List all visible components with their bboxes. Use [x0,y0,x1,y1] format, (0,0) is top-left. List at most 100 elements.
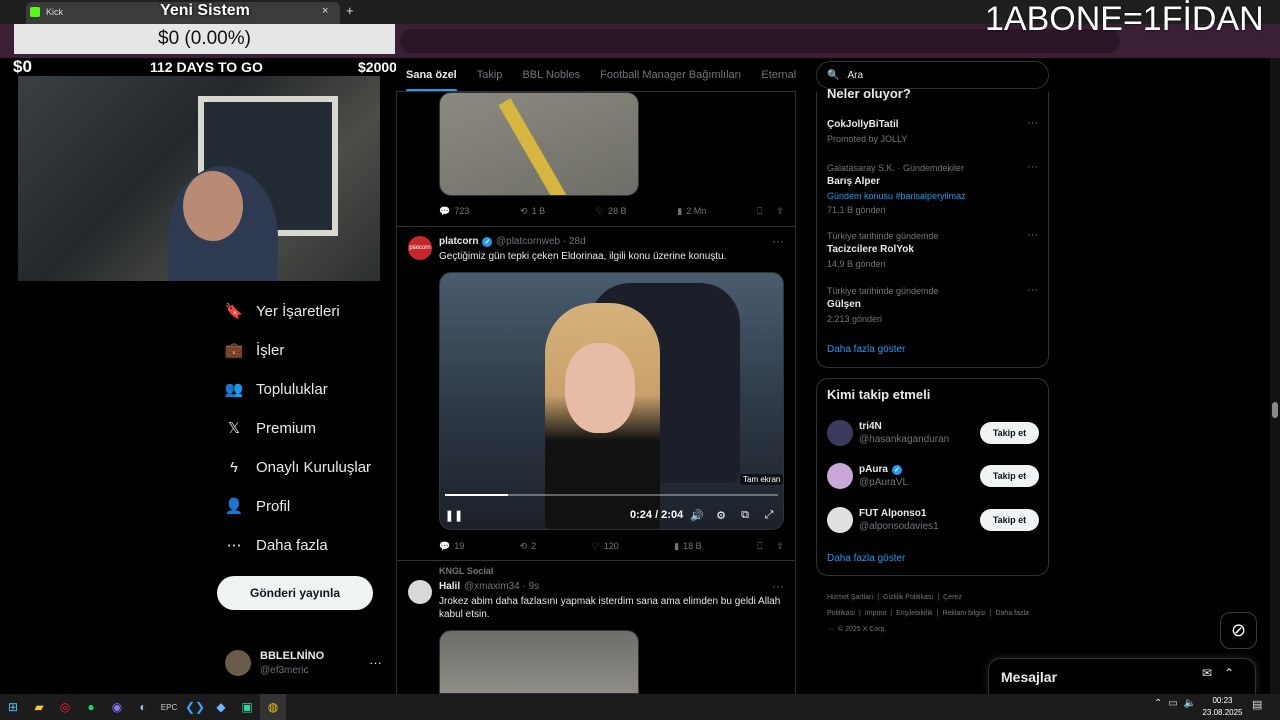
follow-button[interactable]: Takip et [980,465,1039,487]
nav-item-4[interactable]: ϟ Onaylı Kuruluşlar [226,452,371,482]
post-button[interactable]: Gönderi yayınla [217,576,373,610]
goal-min-label: $0 [13,57,32,76]
footer-link[interactable]: Reklam bilgisi [942,610,985,617]
nav-item-5[interactable]: 👤 Profil [225,491,291,521]
follow-button[interactable]: Takip et [980,509,1039,531]
nav-item-label: Yer İşaretleri [256,302,340,320]
volume-tray-icon[interactable]: 🔈 [1184,698,1196,709]
trend-name[interactable]: Barış Alper [827,176,880,187]
page-scrollbar[interactable] [1270,58,1280,694]
overlay-title: Yeni Sistem [160,2,250,19]
spotify-icon[interactable]: ● [78,694,104,720]
tab-4[interactable]: Eternal Fi [761,69,796,81]
tab-0[interactable]: Sana özel [406,69,457,91]
volume-icon[interactable]: 🔊 [690,508,704,522]
tab-2[interactable]: BBL Nobles [522,69,580,81]
post-avatar[interactable] [408,580,432,604]
trend-more-icon[interactable]: ··· [1027,229,1038,241]
reply-button[interactable]: 💬 19 [439,541,464,552]
follow-suggestion-avatar[interactable] [827,420,853,446]
post-more-icon[interactable]: ··· [772,579,784,593]
share-icon[interactable]: ⇧ [776,541,784,552]
trend-more-icon[interactable]: ··· [1027,117,1038,129]
windows-start-icon[interactable]: ⊞ [0,694,26,720]
follow-suggestion-avatar[interactable] [827,463,853,489]
account-more-icon[interactable]: ··· [369,655,382,670]
close-tab-icon[interactable]: × [322,5,328,17]
trend-more-icon[interactable]: ··· [1027,284,1038,296]
discord-icon[interactable]: ◉ [104,694,130,720]
steam-icon[interactable]: ◐ [130,694,156,720]
post-image[interactable] [439,630,639,694]
trend-name[interactable]: Tacizcilere RolYok [827,244,914,255]
tray-chevron-icon[interactable]: ⌃ [1154,698,1162,709]
post-video[interactable] [439,272,784,530]
reply-button[interactable]: 💬 723 [439,206,469,217]
footer-link[interactable]: © 2025 X Corp. [838,626,886,633]
views-button[interactable]: ▮ 18 B [674,541,701,552]
share-icon[interactable]: ⇧ [776,206,784,217]
file-explorer-icon[interactable]: ▰ [26,694,52,720]
views-icon: ▮ [674,540,680,551]
bookmark-icon[interactable]: ⎕ [757,206,762,217]
post-author-name[interactable]: platcorn ✓ [439,236,493,247]
search-input[interactable]: 🔍 Ara [816,61,1049,89]
like-button[interactable]: ♡ 120 [592,541,619,552]
who-to-follow-title: Kimi takip etmeli [827,387,931,402]
like-button[interactable]: ♡ 28 B [596,206,627,217]
nav-item-0[interactable]: 🔖 Yer İşaretleri [225,296,340,326]
chrome-icon[interactable]: ◍ [260,694,286,720]
bookmark-icon[interactable]: ⎕ [757,541,762,552]
heart-icon: ♡ [591,540,600,551]
follow-suggestion-avatar[interactable] [827,507,853,533]
views-button[interactable]: ▮ 2 Mn [677,206,706,217]
trend-name[interactable]: Gülşen [827,299,861,310]
grok-button[interactable]: ⊘ [1220,612,1257,649]
nav-item-1[interactable]: 💼 İşler [225,335,285,365]
network-icon[interactable]: ▭ [1168,698,1177,709]
chevron-up-icon[interactable]: ⌃ [1224,666,1234,680]
account-avatar[interactable] [225,650,251,676]
scrollbar-thumb[interactable] [1272,402,1278,418]
post-image[interactable] [439,92,639,196]
epic-games-icon[interactable]: EPC [156,694,182,720]
follow-suggestion-name[interactable]: pAura ✓ [859,464,902,475]
trends-show-more[interactable]: Daha fazla göster [827,344,905,355]
app-icon[interactable]: ◆ [208,694,234,720]
footer-link[interactable]: Hizmet Şartları [827,594,873,601]
post-more-icon[interactable]: ··· [772,234,784,248]
follow-suggestion-name[interactable]: FUT Alponso1 [859,508,926,519]
tab-1[interactable]: Takip [477,69,503,81]
tab-3[interactable]: Football Manager Bağımlıları [600,69,741,81]
footer-link[interactable]: Imprint [865,610,886,617]
opera-icon[interactable]: ◎ [52,694,78,720]
follow-button[interactable]: Takip et [980,422,1039,444]
trend-more-icon[interactable]: ··· [1027,161,1038,173]
notification-icon[interactable]: ▤ [1252,698,1262,711]
taskbar-clock[interactable]: 00:23 23.08.2025 [1200,695,1245,719]
footer-link[interactable]: Erişilebilirlik [896,610,933,617]
footer-separator: | [937,594,940,601]
windows-taskbar: ⊞ ▰ ◎ ● ◉ ◐ EPC ❮❯ ◆ ▣ ◍ [0,694,1280,720]
repost-button[interactable]: ⟲ 2 [520,541,537,552]
pip-icon[interactable]: ⧉ [738,508,752,522]
new-message-icon[interactable]: ✉ [1202,666,1212,680]
post-avatar[interactable]: platcorn [408,236,432,260]
who-show-more[interactable]: Daha fazla göster [827,553,905,564]
obs-icon[interactable]: ▣ [234,694,260,720]
vscode-icon[interactable]: ❮❯ [182,694,208,720]
pause-icon[interactable]: ❚❚ [445,508,463,522]
post-author-name[interactable]: Halil [439,581,460,592]
post-social-context[interactable]: KNGL Social [439,566,493,576]
nav-item-3[interactable]: 𝕏 Premium [226,413,316,443]
nav-item-label: İşler [256,341,285,359]
nav-item-2[interactable]: 👥 Topluluklar [225,374,328,404]
nav-item-6[interactable]: ⋯ Daha fazla [226,530,328,560]
fullscreen-icon[interactable]: ⤢ [762,508,776,522]
repost-button[interactable]: ⟲ 1 B [520,206,545,217]
trend-name[interactable]: ÇokJollyBiTatil [827,119,899,130]
footer-link[interactable]: Gizlilik Politikası [883,594,933,601]
follow-suggestion-name[interactable]: tri4N [859,421,882,432]
new-tab-button[interactable]: + [346,3,354,18]
settings-icon[interactable]: ⚙ [714,508,728,522]
